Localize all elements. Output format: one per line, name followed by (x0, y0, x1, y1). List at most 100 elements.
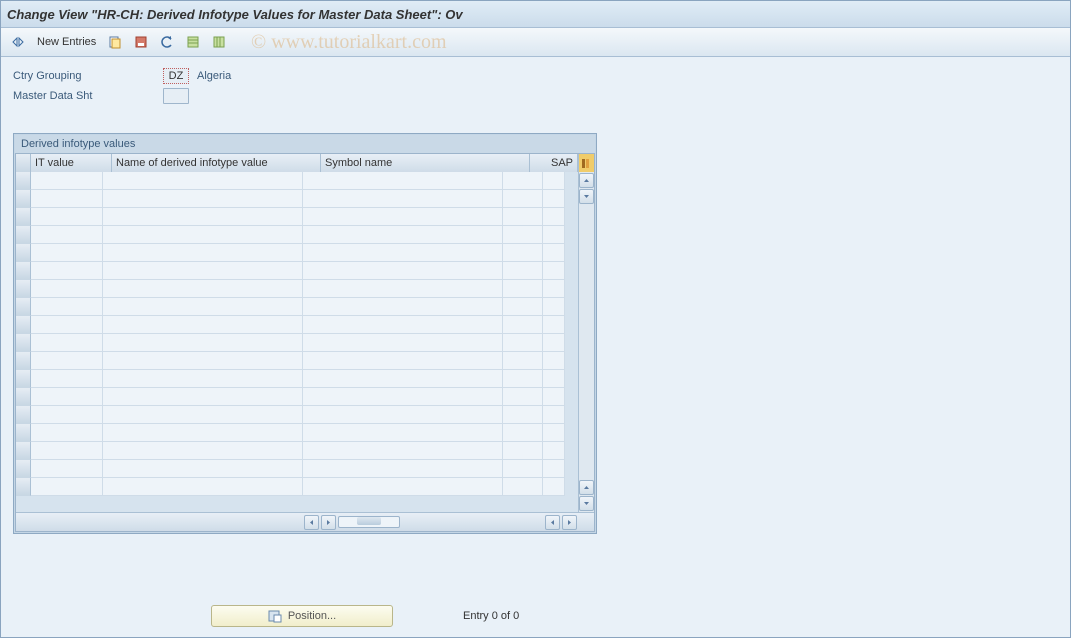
cell[interactable] (103, 406, 303, 424)
hscroll-thumb[interactable] (357, 517, 381, 525)
cell[interactable] (103, 262, 303, 280)
row-selector[interactable] (16, 334, 31, 352)
cell[interactable] (31, 442, 103, 460)
hscroll-left-group[interactable] (302, 514, 402, 530)
master-data-input[interactable] (163, 88, 189, 104)
cell[interactable] (31, 424, 103, 442)
cell[interactable] (543, 190, 565, 208)
cell[interactable] (543, 280, 565, 298)
cell[interactable] (503, 172, 543, 190)
cell[interactable] (503, 460, 543, 478)
cell[interactable] (103, 424, 303, 442)
cell[interactable] (31, 280, 103, 298)
cell[interactable] (103, 208, 303, 226)
cell[interactable] (31, 262, 103, 280)
cell[interactable] (103, 478, 303, 496)
cell[interactable] (543, 298, 565, 316)
row-selector[interactable] (16, 478, 31, 496)
select-all-rows[interactable] (16, 154, 31, 173)
cell[interactable] (303, 316, 503, 334)
cell[interactable] (543, 442, 565, 460)
cell[interactable] (103, 226, 303, 244)
cell[interactable] (543, 388, 565, 406)
cell[interactable] (503, 280, 543, 298)
scroll-right-icon[interactable] (321, 515, 336, 530)
cell[interactable] (31, 172, 103, 190)
cell[interactable] (503, 424, 543, 442)
cell[interactable] (103, 172, 303, 190)
row-selector[interactable] (16, 172, 31, 190)
cell[interactable] (103, 334, 303, 352)
cell[interactable] (503, 298, 543, 316)
cell[interactable] (31, 370, 103, 388)
cell[interactable] (103, 370, 303, 388)
cell[interactable] (103, 316, 303, 334)
new-entries-button[interactable]: New Entries (33, 32, 100, 52)
cell[interactable] (543, 316, 565, 334)
cell[interactable] (543, 370, 565, 388)
copy-icon[interactable] (104, 31, 126, 53)
cell[interactable] (303, 352, 503, 370)
cell[interactable] (503, 370, 543, 388)
cell[interactable] (31, 460, 103, 478)
cell[interactable] (103, 244, 303, 262)
scroll-left-icon[interactable] (304, 515, 319, 530)
cell[interactable] (503, 478, 543, 496)
cell[interactable] (503, 208, 543, 226)
cell[interactable] (31, 478, 103, 496)
col-name[interactable]: Name of derived infotype value (112, 154, 321, 172)
cell[interactable] (503, 406, 543, 424)
row-selector[interactable] (16, 244, 31, 262)
row-selector[interactable] (16, 442, 31, 460)
row-selector[interactable] (16, 190, 31, 208)
col-sap[interactable]: SAP (530, 154, 578, 172)
cell[interactable] (303, 442, 503, 460)
row-selector[interactable] (16, 316, 31, 334)
scroll-up2-icon[interactable] (579, 480, 594, 495)
cell[interactable] (303, 244, 503, 262)
cell[interactable] (543, 208, 565, 226)
select-all-icon[interactable] (182, 31, 204, 53)
cell[interactable] (103, 298, 303, 316)
cell[interactable] (543, 226, 565, 244)
cell[interactable] (31, 388, 103, 406)
cell[interactable] (503, 190, 543, 208)
cell[interactable] (503, 316, 543, 334)
col-symbol[interactable]: Symbol name (321, 154, 530, 172)
scroll-left2-icon[interactable] (545, 515, 560, 530)
cell[interactable] (103, 460, 303, 478)
cell[interactable] (103, 352, 303, 370)
row-selector[interactable] (16, 460, 31, 478)
cell[interactable] (31, 208, 103, 226)
cell[interactable] (303, 172, 503, 190)
hscroll-track[interactable] (338, 516, 400, 528)
deselect-all-icon[interactable] (208, 31, 230, 53)
cell[interactable] (543, 262, 565, 280)
row-selector[interactable] (16, 262, 31, 280)
cell[interactable] (31, 244, 103, 262)
scroll-down-icon[interactable] (579, 189, 594, 204)
cell[interactable] (31, 190, 103, 208)
cell[interactable] (303, 226, 503, 244)
cell[interactable] (503, 442, 543, 460)
cell[interactable] (303, 298, 503, 316)
toggle-icon[interactable] (7, 31, 29, 53)
cell[interactable] (543, 334, 565, 352)
scroll-up-icon[interactable] (579, 173, 594, 188)
cell[interactable] (303, 388, 503, 406)
cell[interactable] (303, 208, 503, 226)
cell[interactable] (31, 352, 103, 370)
row-selector[interactable] (16, 388, 31, 406)
cell[interactable] (303, 478, 503, 496)
cell[interactable] (543, 460, 565, 478)
row-selector[interactable] (16, 352, 31, 370)
cell[interactable] (543, 352, 565, 370)
cell[interactable] (303, 280, 503, 298)
cell[interactable] (543, 424, 565, 442)
position-button[interactable]: Position... (211, 605, 393, 627)
row-selector[interactable] (16, 406, 31, 424)
cell[interactable] (543, 478, 565, 496)
scroll-right2-icon[interactable] (562, 515, 577, 530)
table-config-icon[interactable] (578, 154, 594, 172)
row-selector[interactable] (16, 424, 31, 442)
